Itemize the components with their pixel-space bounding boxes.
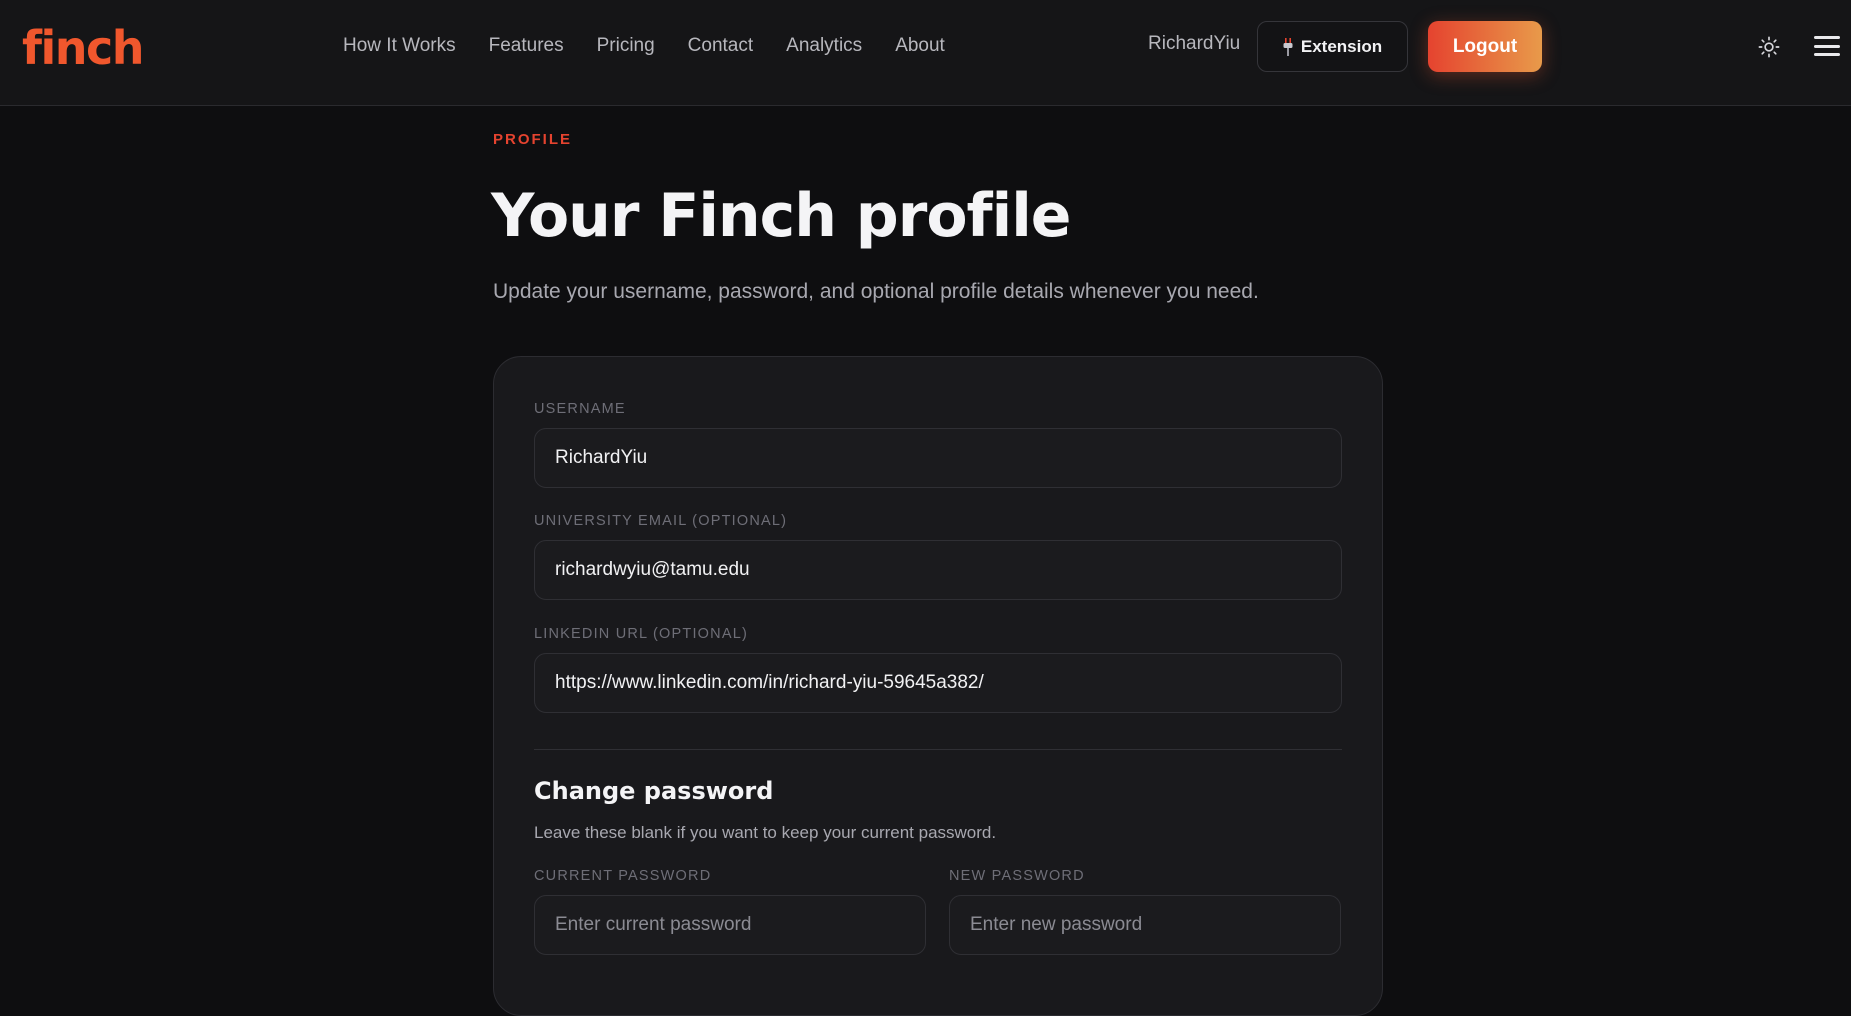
menu-line: [1814, 44, 1840, 48]
nav-link-analytics[interactable]: Analytics: [786, 35, 862, 57]
nav-link-pricing[interactable]: Pricing: [597, 35, 655, 57]
nav-link-about[interactable]: About: [895, 35, 945, 57]
username-label: USERNAME: [534, 401, 626, 417]
main-nav: How It Works Features Pricing Contact An…: [343, 32, 945, 60]
profile-form-card: USERNAME RichardYiu UNIVERSITY EMAIL (OP…: [493, 356, 1383, 1016]
linkedin-label: LINKEDIN URL (OPTIONAL): [534, 626, 748, 642]
section-divider: [534, 749, 1342, 750]
plug-icon: [1283, 37, 1293, 56]
username-input[interactable]: RichardYiu: [534, 428, 1342, 488]
email-label: UNIVERSITY EMAIL (OPTIONAL): [534, 513, 788, 529]
top-navigation-bar: finch How It Works Features Pricing Cont…: [0, 0, 1851, 106]
email-input[interactable]: richardwyiu@tamu.edu: [534, 540, 1342, 600]
page-title: Your Finch profile: [491, 181, 1071, 251]
nav-link-features[interactable]: Features: [489, 35, 564, 57]
theme-toggle-button[interactable]: [1755, 33, 1783, 61]
nav-link-contact[interactable]: Contact: [688, 35, 753, 57]
change-password-help: Leave these blank if you want to keep yo…: [534, 823, 997, 842]
new-password-label: NEW PASSWORD: [949, 868, 1085, 884]
new-password-input[interactable]: Enter new password: [949, 895, 1341, 955]
extension-button[interactable]: Extension: [1257, 21, 1408, 72]
menu-line: [1814, 36, 1840, 39]
linkedin-input[interactable]: https://www.linkedin.com/in/richard-yiu-…: [534, 653, 1342, 713]
current-password-input[interactable]: Enter current password: [534, 895, 926, 955]
hamburger-menu-icon[interactable]: [1814, 34, 1840, 58]
finch-logo[interactable]: finch: [22, 20, 145, 76]
logout-button[interactable]: Logout: [1428, 21, 1542, 72]
page-subtitle: Update your username, password, and opti…: [493, 280, 1259, 303]
extension-button-label: Extension: [1300, 36, 1383, 56]
change-password-heading: Change password: [534, 777, 774, 805]
current-username[interactable]: RichardYiu: [1148, 33, 1240, 55]
current-password-label: CURRENT PASSWORD: [534, 868, 712, 884]
nav-link-how-it-works[interactable]: How It Works: [343, 35, 456, 57]
menu-line: [1814, 53, 1840, 56]
sun-icon: [1758, 36, 1780, 58]
page-eyebrow: PROFILE: [493, 131, 573, 148]
